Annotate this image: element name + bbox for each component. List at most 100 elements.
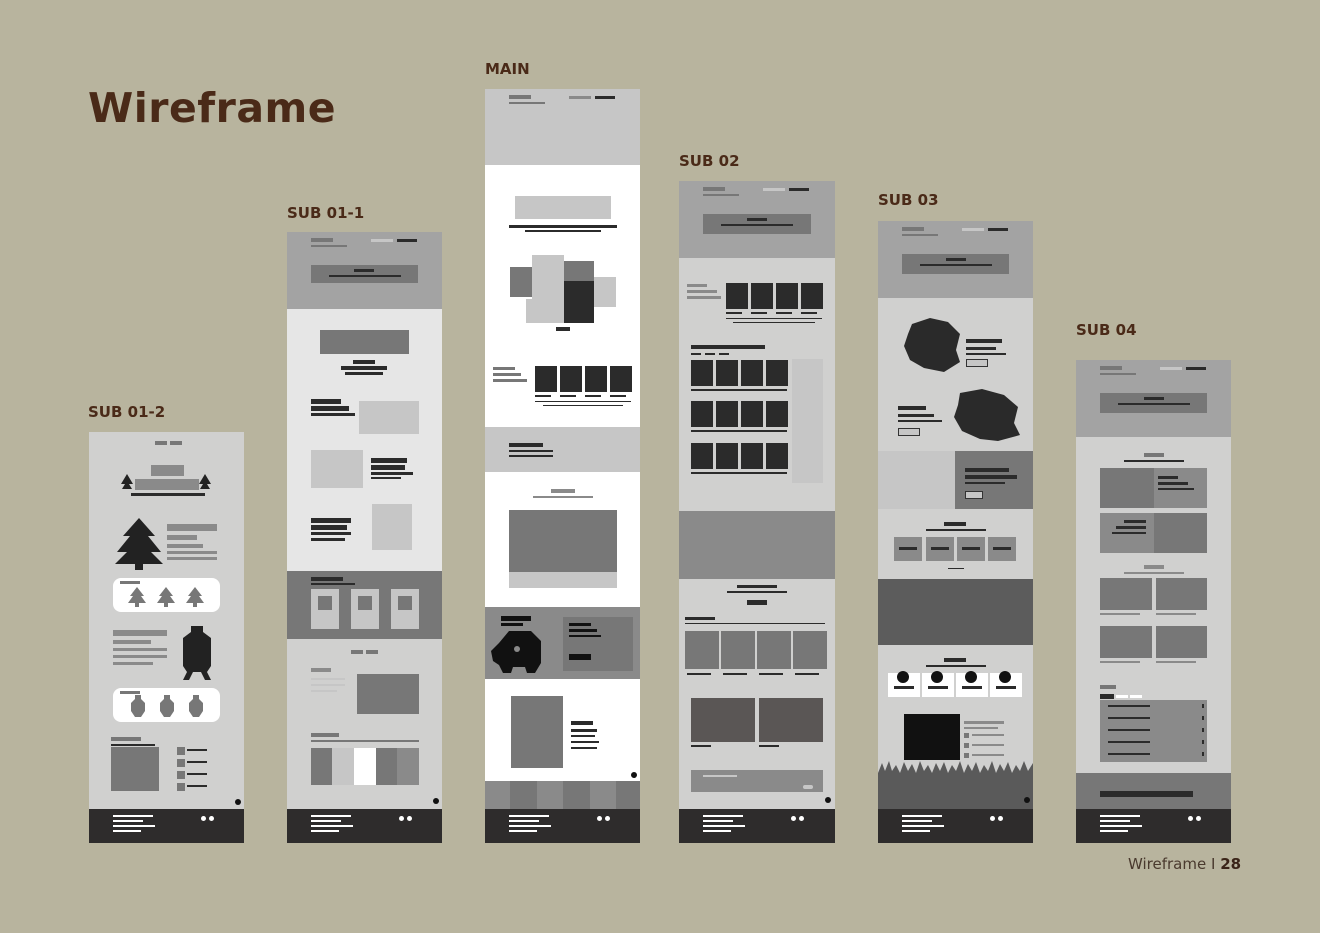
page-footer: Wireframe I 28 [1128,855,1241,873]
wireframe-placeholder [703,825,745,827]
wireframe-placeholder [510,781,537,809]
wireframe-placeholder [719,353,729,355]
wireframe-placeholder [113,640,151,644]
wireframe-placeholder [1100,820,1130,822]
wireframe-placeholder [931,671,943,683]
wireframe-placeholder [560,366,582,392]
wireframe-placeholder [965,491,983,499]
wireframe-placeholder [972,754,1004,756]
wireframe-placeholder [966,359,988,367]
wireframe-placeholder [726,283,748,309]
wireframe-placeholder [187,773,207,775]
wireframe-placeholder [964,743,969,748]
wireframe-placeholder [594,277,616,307]
wireframe-placeholder [311,399,341,404]
wireframe-placeholder [1202,704,1204,708]
wireframe-placeholder [1124,572,1184,574]
wireframe-placeholder [1158,488,1194,490]
wireframe-placeholder [716,443,738,469]
wireframe-placeholder [898,428,920,436]
wireframe-placeholder [311,525,347,530]
wireframe-placeholder [703,820,733,822]
wireframe-placeholder [791,816,796,821]
wireframe-placeholder [691,443,713,469]
wireframe-placeholder [965,482,1005,484]
wireframe-placeholder [926,529,986,531]
wireframe-placeholder [687,290,717,293]
wireframe-placeholder [776,312,792,314]
wireframe-placeholder [1156,626,1207,658]
wireframe-placeholder [569,635,601,637]
label-sub-02: SUB 02 [679,152,740,170]
wireframe-placeholder [1158,476,1178,479]
wireframe-placeholder [902,830,930,832]
wireframe-placeholder [354,748,376,785]
wireframe-placeholder [1100,694,1114,699]
wireframe-placeholder [685,623,825,624]
wireframe-placeholder [964,753,969,758]
mascot-icon [131,695,145,717]
wireframe-placeholder [311,678,345,680]
wireframe-placeholder [962,228,984,231]
wireframe-placeholder [113,630,167,636]
wireframe-placeholder [113,820,143,822]
wireframe-placeholder [946,258,966,261]
wireframe-placeholder [366,650,378,654]
wireframe-placeholder [371,239,393,242]
wireframe-placeholder [931,547,949,550]
wireframe-placeholder [1100,613,1140,615]
wireframe-placeholder [563,572,590,588]
wireframe-placeholder [113,815,153,817]
wireframe-placeholder [610,366,632,392]
wireframe-placeholder [1156,578,1207,610]
wireframe-placeholder [120,581,140,584]
wireframe-placeholder [747,218,767,221]
wireframe-placeholder [741,443,763,469]
wireframe-placeholder [371,477,401,479]
label-sub-03: SUB 03 [878,191,939,209]
wireframe-placeholder [966,347,996,350]
wireframe-placeholder [535,401,631,402]
wireframe-placeholder [801,283,823,309]
wireframe-placeholder [177,771,185,779]
wireframe-placeholder [1108,717,1150,719]
wireframe-placeholder [1100,578,1152,610]
tree-icon [128,587,146,607]
wireframe-placeholder [962,686,982,689]
wireframe-placeholder [616,781,640,809]
wireframe-placeholder [485,89,640,165]
character-icon [199,474,211,489]
wireframe-placeholder [120,691,140,694]
wireframe-placeholder [685,631,719,669]
wireframe-placeholder [1202,740,1204,744]
wireframe-placeholder [1100,366,1122,370]
wireframe-placeholder [311,538,345,541]
wireframe-placeholder [571,741,599,743]
wireframe-placeholder [795,673,819,675]
wireframe-placeholder [501,616,531,621]
cow-character-icon [491,631,541,673]
wireframe-placeholder [898,414,934,417]
wireframe-placeholder [1100,830,1128,832]
wireframe-sub-04 [1076,360,1231,843]
wireframe-placeholder [509,820,539,822]
wireframe-placeholder [703,187,725,191]
wireframe-placeholder [716,401,738,427]
wireframe-placeholder [201,816,206,821]
wireframe-placeholder [543,405,623,406]
wireframe-placeholder [1118,403,1190,405]
wireframe-placeholder [726,312,742,314]
grass-silhouette [878,761,1033,809]
wireframe-placeholder [898,420,942,422]
wireframe-placeholder [590,781,616,809]
wireframe-placeholder [691,745,711,747]
wireframe-placeholder [311,825,353,827]
wireframe-placeholder [988,228,1008,231]
wireframe-placeholder [311,577,343,581]
wireframe-placeholder [751,312,767,314]
wireframe-placeholder [131,493,205,496]
wireframe-placeholder [727,591,787,593]
wireframe-placeholder [571,747,597,749]
wireframe-placeholder [972,734,1004,736]
wireframe-placeholder [311,583,355,585]
